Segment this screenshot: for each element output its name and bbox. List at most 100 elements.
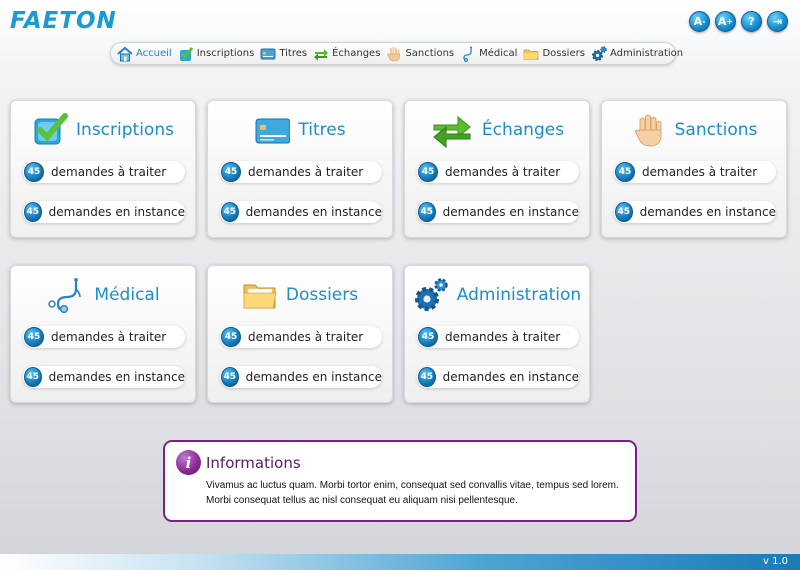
stethoscope-icon [460, 46, 476, 62]
stat-pending[interactable]: 45 demandes à traiter [220, 326, 382, 348]
font-decrease-icon: A [693, 15, 703, 28]
logout-button[interactable]: ⇥ [767, 11, 788, 32]
font-increase-icon: A [717, 15, 727, 28]
card-title: Sanctions [674, 120, 758, 140]
stat-label: demandes en instance [245, 205, 382, 219]
count-badge: 45 [615, 202, 633, 222]
check-icon [178, 46, 194, 62]
exchange-icon [430, 112, 474, 148]
card-administration[interactable]: Administration 45 demandes à traiter 45 de… [404, 265, 590, 403]
stat-label: demandes à traiter [445, 165, 561, 179]
version-label: v 1.0 [763, 556, 788, 567]
nav-item-medical[interactable]: Médical [459, 46, 522, 62]
stat-on-hold[interactable]: 45 demandes en instance [23, 201, 185, 223]
stat-pending[interactable]: 45 demandes à traiter [417, 161, 579, 183]
stat-on-hold[interactable]: 45 demandes en instance [417, 366, 579, 388]
nav-label: Échanges [332, 48, 381, 59]
stat-on-hold[interactable]: 45 demandes en instance [614, 201, 776, 223]
count-badge: 45 [221, 162, 241, 182]
nav-label: Dossiers [542, 48, 585, 59]
card-title: Échanges [481, 120, 565, 140]
info-panel: i Informations Vivamus ac luctus quam. M… [163, 440, 637, 522]
nav-item-dossiers[interactable]: Dossiers [522, 46, 590, 62]
card-icon [254, 112, 291, 148]
font-increase-sign: + [726, 17, 734, 26]
logout-icon: ⇥ [772, 15, 783, 28]
nav-item-titres[interactable]: Titres [259, 46, 312, 62]
count-badge: 45 [221, 202, 239, 222]
nav-item-administration[interactable]: Administration [590, 45, 688, 62]
nav-item-inscriptions[interactable]: Inscriptions [177, 46, 260, 62]
gear-icon [413, 277, 449, 313]
stethoscope-icon [46, 277, 86, 313]
gear-icon [591, 45, 607, 62]
card-icon [260, 46, 276, 62]
card-inscriptions[interactable]: Inscriptions 45 demandes à traiter 45 dema… [10, 100, 196, 238]
home-icon [117, 46, 133, 62]
card-title: Administration [456, 285, 582, 305]
exchange-icon [313, 46, 329, 62]
stat-label: demandes en instance [639, 205, 776, 219]
footer-bar: v 1.0 [0, 554, 800, 570]
nav-label: Accueil [136, 48, 172, 59]
stat-pending[interactable]: 45 demandes à traiter [220, 161, 382, 183]
card-title: Inscriptions [76, 120, 174, 140]
card-titres[interactable]: Titres 45 demandes à traiter 45 demandes e… [207, 100, 393, 238]
stat-pending[interactable]: 45 demandes à traiter [614, 161, 776, 183]
info-title: Informations [206, 454, 301, 472]
stat-pending[interactable]: 45 demandes à traiter [23, 161, 185, 183]
count-badge: 45 [221, 367, 239, 387]
help-button[interactable]: ? [741, 11, 762, 32]
hand-icon [386, 46, 402, 62]
font-increase-button[interactable]: A + [715, 11, 736, 32]
info-icon: i [176, 450, 201, 475]
stat-label: demandes en instance [442, 205, 579, 219]
app-logo: FAETON [10, 8, 117, 34]
stat-on-hold[interactable]: 45 demandes en instance [220, 201, 382, 223]
stat-label: demandes à traiter [642, 165, 758, 179]
stat-on-hold[interactable]: 45 demandes en instance [23, 366, 185, 388]
count-badge: 45 [24, 327, 44, 347]
main-nav: Accueil Inscriptions Titres Échanges San… [110, 42, 683, 65]
card-title: Titres [298, 120, 346, 140]
count-badge: 45 [24, 367, 42, 387]
count-badge: 45 [418, 162, 438, 182]
count-badge: 45 [418, 327, 438, 347]
card-title: Dossiers [285, 285, 359, 305]
card-medical[interactable]: Médical 45 demandes à traiter 45 demandes … [10, 265, 196, 403]
stat-pending[interactable]: 45 demandes à traiter [417, 326, 579, 348]
stat-on-hold[interactable]: 45 demandes en instance [220, 366, 382, 388]
stat-pending[interactable]: 45 demandes à traiter [23, 326, 185, 348]
stat-label: demandes en instance [48, 205, 185, 219]
folder-icon [242, 277, 278, 313]
nav-label: Sanctions [405, 48, 455, 59]
count-badge: 45 [24, 202, 42, 222]
stat-label: demandes à traiter [445, 330, 561, 344]
count-badge: 45 [24, 162, 44, 182]
count-badge: 45 [418, 202, 436, 222]
font-decrease-sign: - [702, 17, 706, 26]
nav-label: Titres [279, 48, 308, 59]
card-sanctions[interactable]: Sanctions 45 demandes à traiter 45 demande… [601, 100, 787, 238]
count-badge: 45 [418, 367, 436, 387]
check-icon [32, 112, 69, 148]
stat-label: demandes à traiter [51, 330, 167, 344]
stat-on-hold[interactable]: 45 demandes en instance [417, 201, 579, 223]
font-decrease-button[interactable]: A- [689, 11, 710, 32]
nav-item-echanges[interactable]: Échanges [312, 46, 385, 62]
stat-label: demandes à traiter [51, 165, 167, 179]
nav-label: Administration [609, 48, 684, 59]
card-title: Médical [94, 285, 160, 305]
card-echanges[interactable]: Échanges 45 demandes à traiter 45 demandes… [404, 100, 590, 238]
help-icon: ? [748, 15, 755, 28]
stat-label: demandes à traiter [248, 165, 364, 179]
count-badge: 45 [221, 327, 241, 347]
nav-item-accueil[interactable]: Accueil [116, 46, 177, 62]
stat-label: demandes en instance [442, 370, 579, 384]
folder-icon [523, 46, 539, 62]
nav-item-sanctions[interactable]: Sanctions [385, 46, 459, 62]
card-dossiers[interactable]: Dossiers 45 demandes à traiter 45 demandes… [207, 265, 393, 403]
top-actions: A- A + ? ⇥ [689, 11, 788, 32]
stat-label: demandes à traiter [248, 330, 364, 344]
info-text: Vivamus ac luctus quam. Morbi tortor eni… [206, 480, 619, 506]
